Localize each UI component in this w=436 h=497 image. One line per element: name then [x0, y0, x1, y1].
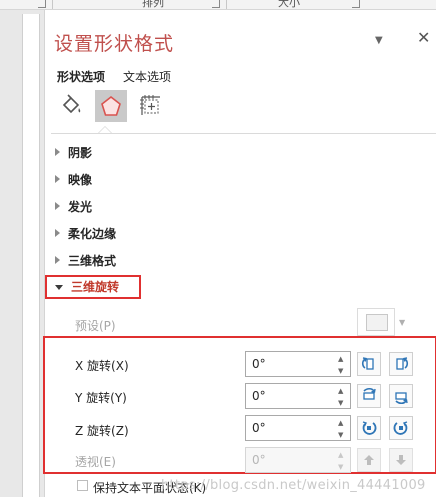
fill-line-icon[interactable] — [55, 90, 87, 122]
spin-down-icon[interactable]: ▼ — [338, 431, 346, 439]
spin-up-icon[interactable]: ▲ — [338, 451, 346, 459]
expand-triangle-icon — [55, 229, 60, 237]
perspective-increase-button[interactable] — [357, 448, 381, 472]
expand-triangle-icon — [55, 202, 60, 210]
arrow-down-icon — [396, 455, 406, 465]
y-rotation-label: Y 旋转(Y) — [75, 391, 127, 405]
y-rotation-value: 0° — [252, 389, 266, 403]
scrollbar-thumb[interactable] — [24, 30, 38, 450]
spin-down-icon[interactable]: ▼ — [338, 399, 346, 407]
ribbon-strip: 排列 大小 — [0, 0, 436, 10]
preset-thumbnail — [366, 314, 388, 331]
pane-title: 设置形状格式 — [54, 33, 175, 55]
effects-pentagon-icon[interactable] — [95, 90, 127, 122]
section-label: 柔化边缘 — [68, 226, 117, 241]
preset-label: 预设(P) — [75, 319, 116, 333]
expand-triangle-icon — [55, 175, 60, 183]
divider — [51, 133, 436, 134]
perspective-value: 0° — [252, 453, 266, 467]
y-rotation-input[interactable]: 0° ▲ ▼ — [245, 383, 351, 409]
rotate-up-button[interactable] — [357, 384, 381, 408]
arrow-up-icon — [364, 455, 374, 465]
perspective-decrease-button[interactable] — [389, 448, 413, 472]
ribbon-separator — [226, 0, 227, 9]
spin-down-icon[interactable]: ▼ — [338, 463, 346, 471]
section-label: 映像 — [68, 172, 93, 187]
keep-text-flat-checkbox[interactable] — [77, 480, 88, 491]
size-properties-icon[interactable] — [135, 90, 167, 122]
ribbon-group-arrange: 排列 — [142, 0, 164, 9]
chevron-down-icon[interactable]: ▼ — [399, 318, 405, 327]
highlight-box-section — [45, 275, 141, 299]
z-rotation-value: 0° — [252, 421, 266, 435]
close-icon[interactable]: ✕ — [417, 28, 430, 47]
section-3d-format[interactable]: 三维格式 — [55, 250, 116, 270]
section-label: 三维格式 — [68, 253, 117, 268]
spin-up-icon[interactable]: ▲ — [338, 419, 346, 427]
spin-down-icon[interactable]: ▼ — [338, 367, 346, 375]
rotate-right-button[interactable] — [389, 352, 413, 376]
tab-shape-options[interactable]: 形状选项 — [57, 68, 105, 85]
rotate-left-icon — [361, 357, 374, 370]
spin-up-icon[interactable]: ▲ — [338, 355, 346, 363]
ribbon-group-size: 大小 — [278, 0, 300, 9]
expand-triangle-icon — [55, 148, 60, 156]
category-icon-row — [55, 90, 175, 126]
dialog-launcher-icon[interactable] — [352, 0, 360, 8]
rotate-down-button[interactable] — [389, 384, 413, 408]
watermark: https://blog.csdn.net/weixin_44441009 — [161, 478, 426, 493]
spin-up-icon[interactable]: ▲ — [338, 387, 346, 395]
section-glow[interactable]: 发光 — [55, 196, 92, 216]
ribbon-separator — [52, 0, 53, 9]
dialog-launcher-icon[interactable] — [212, 0, 220, 8]
rotate-up-icon — [363, 387, 376, 400]
tab-text-options[interactable]: 文本选项 — [123, 68, 171, 85]
pane-options-icon[interactable]: ▼ — [375, 35, 383, 46]
x-rotation-label: X 旋转(X) — [75, 359, 129, 373]
z-rotation-input[interactable]: 0° ▲ ▼ — [245, 415, 351, 441]
section-label: 发光 — [68, 199, 93, 214]
rotate-counterclockwise-icon — [362, 421, 377, 435]
x-rotation-value: 0° — [252, 357, 266, 371]
section-label: 阴影 — [68, 145, 93, 160]
perspective-input[interactable]: 0° ▲ ▼ — [245, 447, 351, 473]
z-rotation-label: Z 旋转(Z) — [75, 424, 129, 438]
rotate-counterclockwise-button[interactable] — [357, 416, 381, 440]
section-reflection[interactable]: 映像 — [55, 169, 92, 189]
rotate-down-icon — [395, 392, 408, 405]
rotate-left-button[interactable] — [357, 352, 381, 376]
perspective-label: 透视(E) — [75, 455, 116, 469]
x-rotation-input[interactable]: 0° ▲ ▼ — [245, 351, 351, 377]
preset-gallery-button[interactable] — [357, 308, 395, 336]
section-shadow[interactable]: 阴影 — [55, 142, 92, 162]
expand-triangle-icon — [55, 256, 60, 264]
rotate-clockwise-icon — [393, 421, 408, 435]
section-soft-edges[interactable]: 柔化边缘 — [55, 223, 116, 243]
rotate-right-icon — [396, 357, 409, 370]
format-shape-pane: 设置形状格式 ▼ ✕ 形状选项 文本选项 阴影 映像 发光 柔化边缘 三维格式 … — [43, 10, 436, 497]
rotate-clockwise-button[interactable] — [389, 416, 413, 440]
dialog-launcher-icon[interactable] — [38, 0, 46, 8]
